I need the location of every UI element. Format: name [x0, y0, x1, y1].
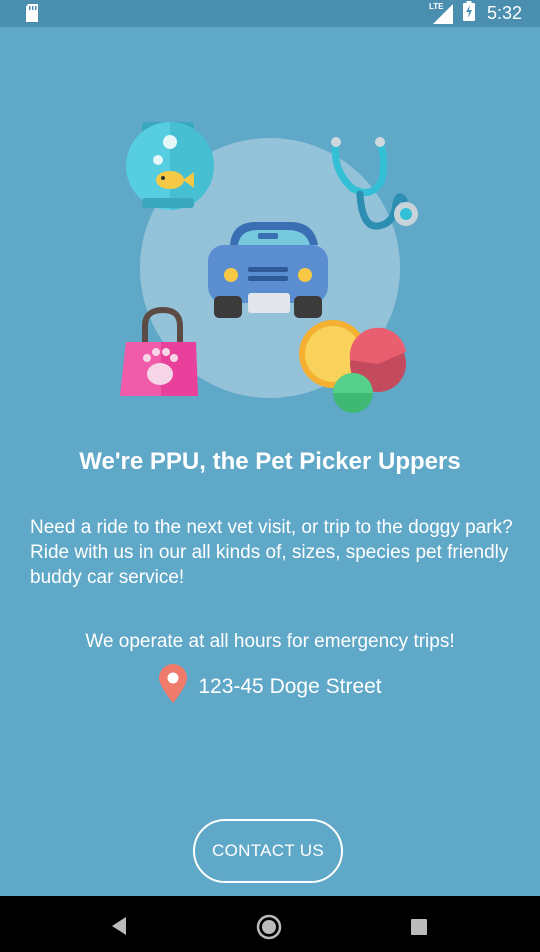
clock: 5:32: [486, 3, 522, 23]
sd-card-icon: [24, 3, 40, 28]
address-text: 123-45 Doge Street: [198, 674, 382, 698]
contact-us-button[interactable]: CONTACT US: [193, 819, 343, 883]
home-icon[interactable]: [256, 914, 282, 945]
fish-bowl-icon: [126, 122, 214, 210]
balls-icon: [299, 320, 406, 413]
location-pin-icon: [158, 664, 188, 709]
recents-icon[interactable]: [409, 917, 429, 942]
hero-illustration: [0, 100, 540, 430]
navigation-bar: [0, 896, 540, 952]
battery-charging-icon: [462, 1, 475, 26]
status-bar: LTE 5:32: [0, 0, 540, 27]
page-title: We're PPU, the Pet Picker Uppers: [79, 448, 461, 475]
address-row: 123-45 Doge Street: [0, 664, 540, 709]
back-icon[interactable]: [108, 914, 130, 943]
service-description: Need a ride to the next vet visit, or tr…: [30, 517, 513, 588]
signal-icon: LTE: [428, 1, 455, 25]
hours-text: We operate at all hours for emergency tr…: [85, 631, 455, 652]
network-label: LTE: [428, 1, 444, 11]
